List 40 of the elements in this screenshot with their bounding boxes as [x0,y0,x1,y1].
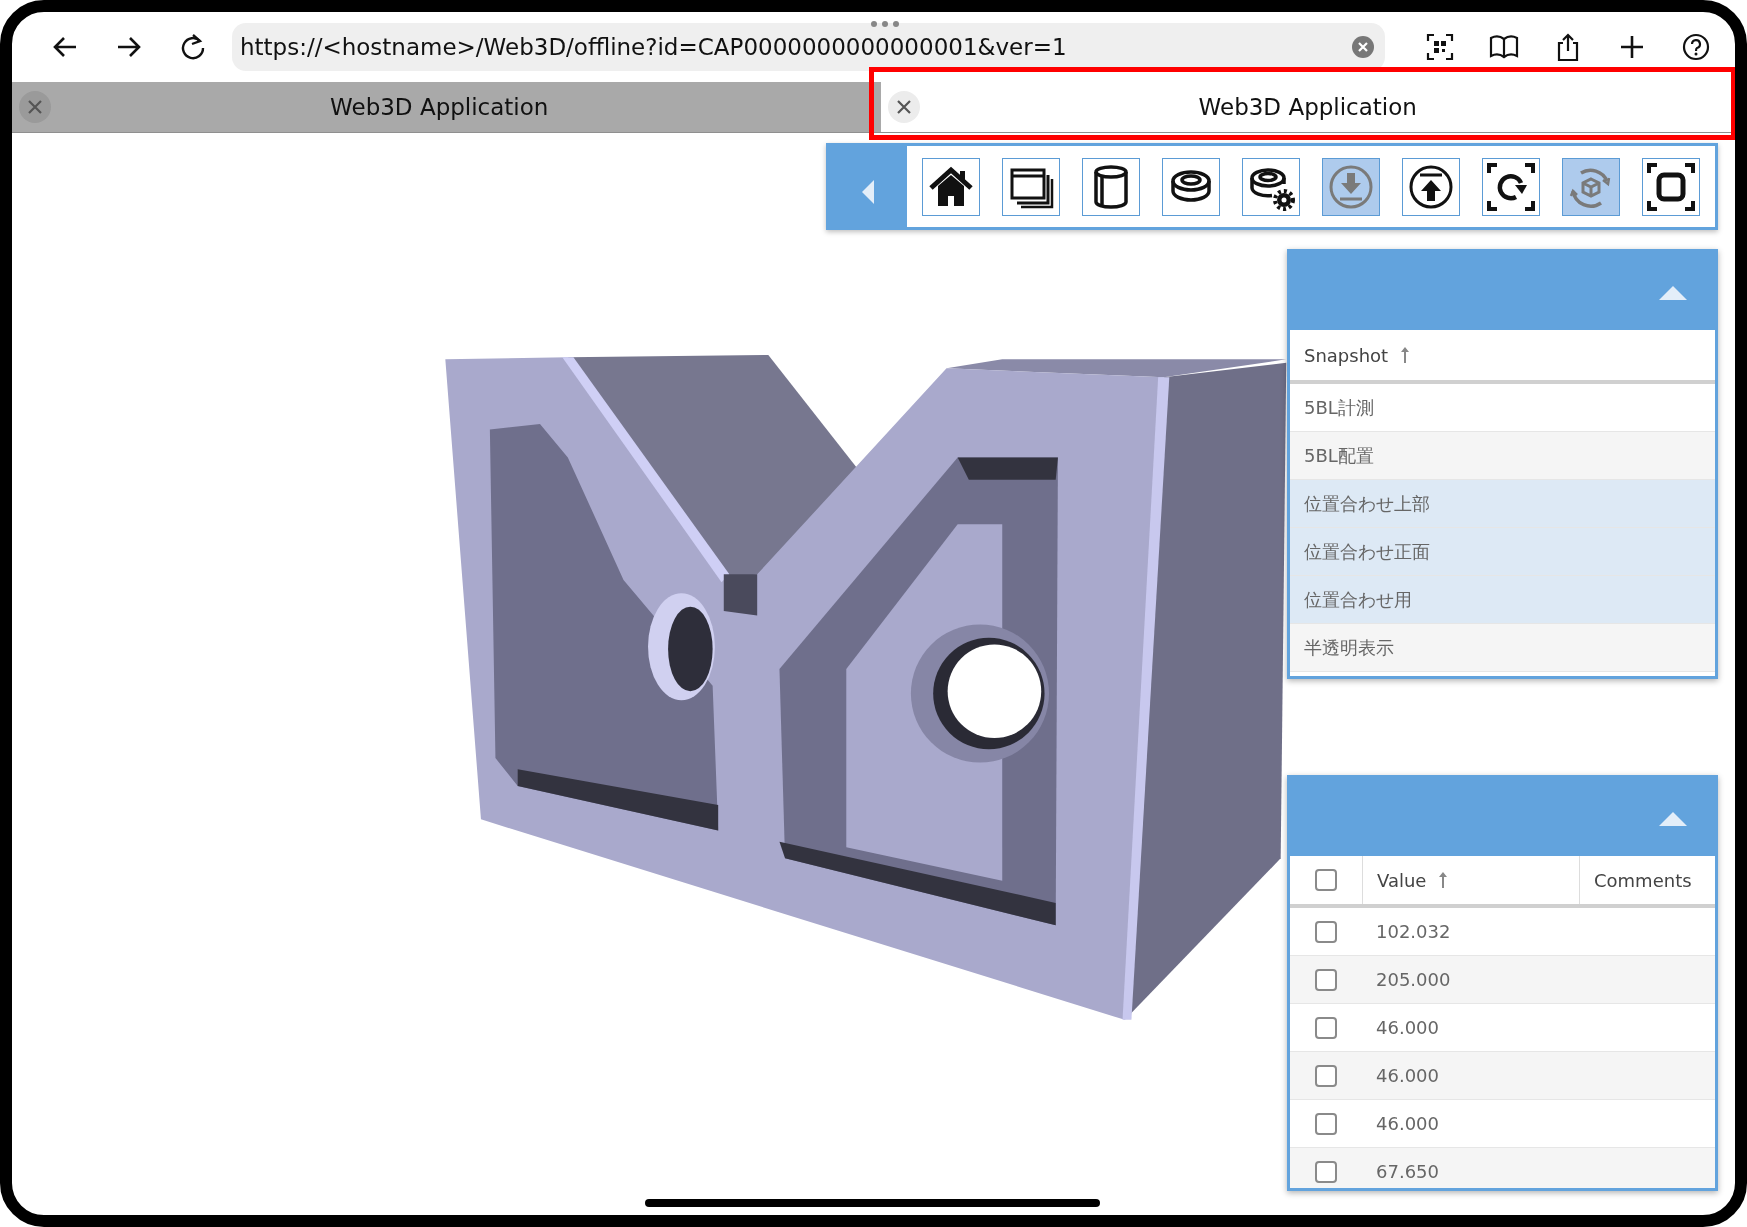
toolbar-button[interactable] [922,157,980,216]
toolbar-button[interactable] [1482,157,1540,216]
snapshot-row[interactable]: 5BL配置 [1290,432,1715,480]
tab-title: Web3D Application [1197,94,1418,120]
row-checkbox[interactable] [1315,1160,1337,1183]
toolbar-button[interactable] [1402,157,1460,216]
tab-title: Web3D Application [329,94,550,120]
url-field[interactable]: https://<hostname>/Web3D/offline?id=CAP0000000000000001&ver=1 [232,23,1385,71]
column-header[interactable]: Snapshot [1304,344,1389,366]
row-checkbox[interactable] [1315,920,1337,943]
snapshot-row[interactable]: 位置合わせ上部 [1290,480,1715,528]
close-icon[interactable] [886,90,921,124]
toolbar-button[interactable] [1082,157,1140,216]
clear-icon[interactable] [1351,35,1375,59]
row-checkbox[interactable] [1315,1112,1337,1135]
value-cell: 67.650 [1376,1161,1439,1182]
value-cell: 46.000 [1376,1113,1439,1134]
select-all-checkbox[interactable] [1315,869,1337,891]
toolbar-button[interactable] [1002,157,1060,216]
snapshot-row[interactable]: 半透明表示 [1290,624,1715,672]
snapshot-row[interactable]: 位置合わせ正面 [1290,528,1715,576]
toolbar-button[interactable] [1642,157,1700,216]
row-checkbox[interactable] [1315,1016,1337,1039]
snapshot-row[interactable]: 位置合わせ用 [1290,576,1715,624]
qr-scan-icon[interactable] [1425,32,1455,62]
drag-handle-icon[interactable] [870,20,900,28]
value-cell: 46.000 [1376,1065,1439,1086]
column-header[interactable]: Value [1377,869,1427,891]
row-checkbox[interactable] [1315,1064,1337,1087]
row-checkbox[interactable] [1315,968,1337,991]
column-header[interactable]: Comments [1594,869,1692,891]
toolbar-button[interactable] [1162,157,1220,216]
help-icon[interactable] [1681,32,1711,62]
rotate-icon [1487,162,1535,211]
value-cell: 46.000 [1376,1017,1439,1038]
toolbar-button[interactable] [1242,157,1300,216]
fit-view-icon [1647,162,1695,211]
value-cell: 205.000 [1376,969,1451,990]
value-cell: 102.032 [1376,921,1451,942]
close-icon[interactable] [18,90,52,124]
